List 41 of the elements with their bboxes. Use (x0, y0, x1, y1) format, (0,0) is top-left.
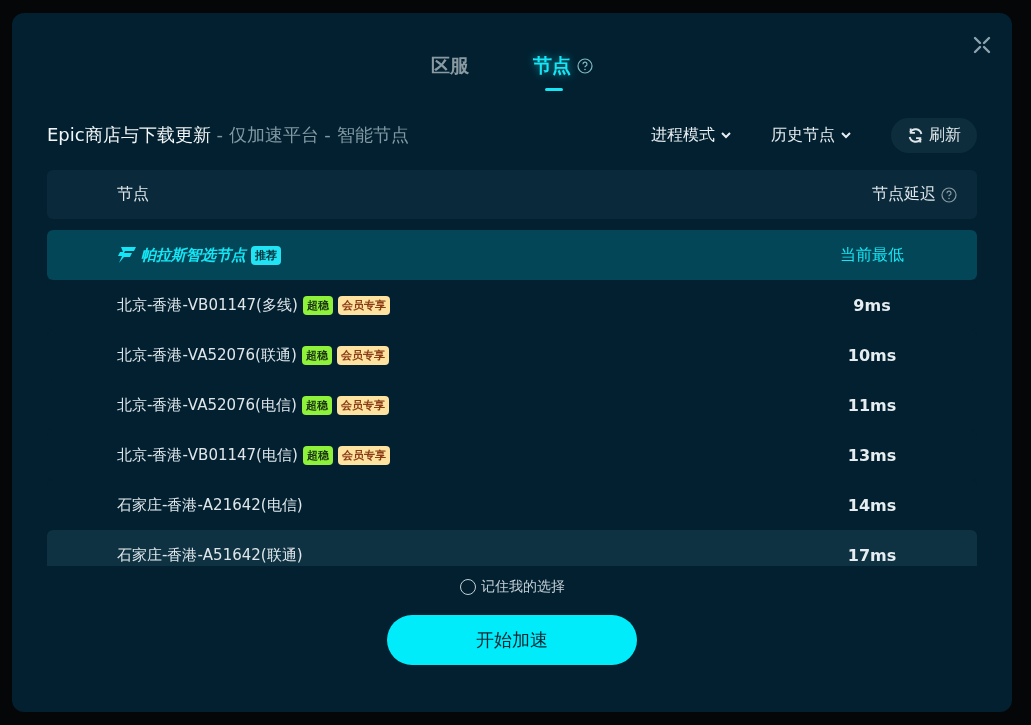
tag: 超稳 (301, 345, 332, 365)
tag: 会员专享 (337, 295, 390, 315)
node-name: 北京-香港-VA52076(电信) (117, 395, 297, 415)
close-icon (973, 36, 991, 54)
tag: 会员专享 (337, 445, 390, 465)
dropdown[interactable]: 进程模式 (651, 124, 731, 146)
tag: 超稳 (302, 445, 333, 465)
tag: 会员专享 (336, 345, 389, 365)
chevron-down-icon (841, 131, 851, 139)
column-header: 节点 (117, 184, 149, 205)
node-name: 北京-香港-VB01147(多线) (117, 295, 298, 315)
node-row[interactable]: 帕拉斯智选节点 推荐 当前最低 (47, 230, 977, 280)
remember-checkbox[interactable]: 记住我的选择 (47, 578, 977, 596)
help-icon[interactable] (577, 58, 593, 74)
node-name: 帕拉斯智选节点 (141, 245, 246, 265)
chevron-down-icon (721, 131, 731, 139)
node-name: 北京-香港-VA52076(联通) (117, 345, 297, 365)
latency: 14ms (846, 495, 898, 515)
node-name: 北京-香港-VB01147(电信) (117, 445, 298, 465)
page-title: Epic商店与下载更新 - 仅加速平台 - 智能节点 (47, 123, 410, 147)
tab[interactable]: 区服 (431, 53, 469, 79)
lightning-icon (117, 247, 136, 263)
latency: 17ms (846, 545, 898, 565)
refresh-icon (907, 126, 924, 144)
tag: 超稳 (301, 395, 332, 415)
latency: 11ms (846, 395, 898, 415)
refresh-button[interactable]: 刷新 (891, 117, 977, 153)
tag: 推荐 (251, 245, 281, 265)
latency: 9ms (852, 295, 892, 315)
node-name: 石家庄-香港-A21642(电信) (117, 495, 303, 515)
latency: 10ms (846, 345, 898, 365)
latency: 当前最低 (839, 244, 905, 266)
node-row[interactable]: 石家庄-香港-A51642(联通) 17ms (47, 530, 977, 566)
start-button[interactable]: 开始加速 (387, 615, 637, 665)
tag: 会员专享 (336, 395, 389, 415)
column-header: 节点延迟 (872, 184, 936, 205)
tag: 超稳 (302, 295, 333, 315)
help-icon[interactable] (941, 186, 957, 203)
latency: 13ms (846, 445, 898, 465)
node-name: 石家庄-香港-A51642(联通) (117, 545, 303, 565)
dropdown[interactable]: 历史节点 (771, 124, 851, 146)
